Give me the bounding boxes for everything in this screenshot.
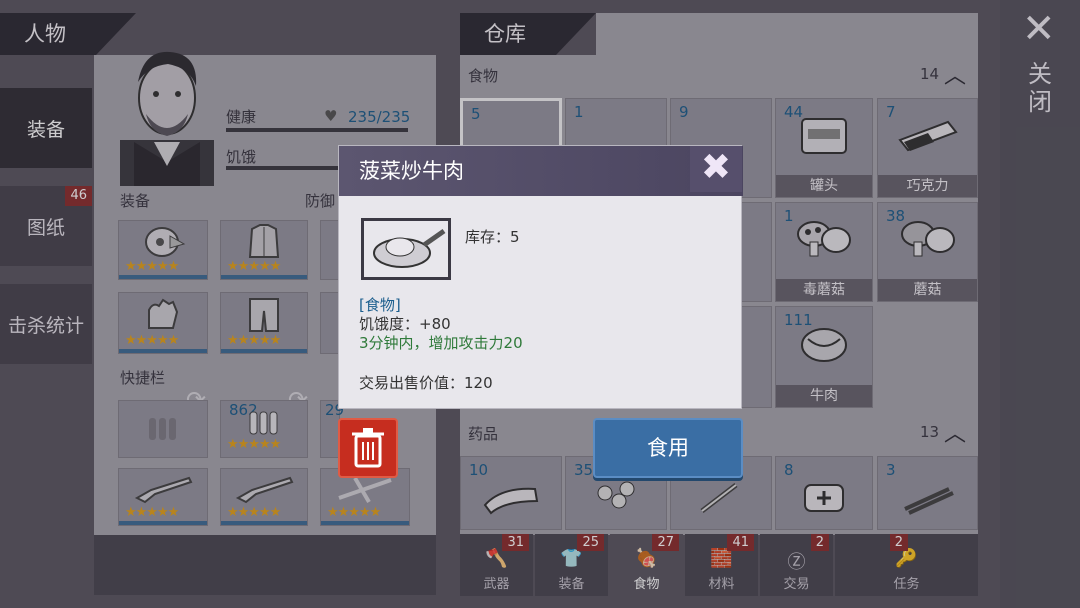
dialog-close-button[interactable]: ✖ — [690, 146, 742, 192]
stock-label: 库存：5 — [465, 228, 520, 246]
eat-button[interactable]: 食用 — [593, 418, 743, 478]
item-detail-dialog: 菠菜炒牛肉 库存：5 [食物] 饥饿度：+80 3分钟内，增加攻击力20 交易出… — [338, 145, 743, 409]
close-icon: ✖ — [700, 147, 732, 188]
sell-price: 交易出售价值：120 — [359, 374, 493, 392]
dialog-title: 菠菜炒牛肉 — [339, 146, 743, 196]
trash-icon — [352, 428, 384, 468]
item-preview — [361, 218, 451, 280]
category-label: [食物] — [359, 296, 401, 314]
discard-button[interactable] — [338, 418, 398, 478]
hunger-stat: 饥饿度：+80 — [359, 315, 451, 333]
effect-text: 3分钟内，增加攻击力20 — [359, 334, 523, 352]
